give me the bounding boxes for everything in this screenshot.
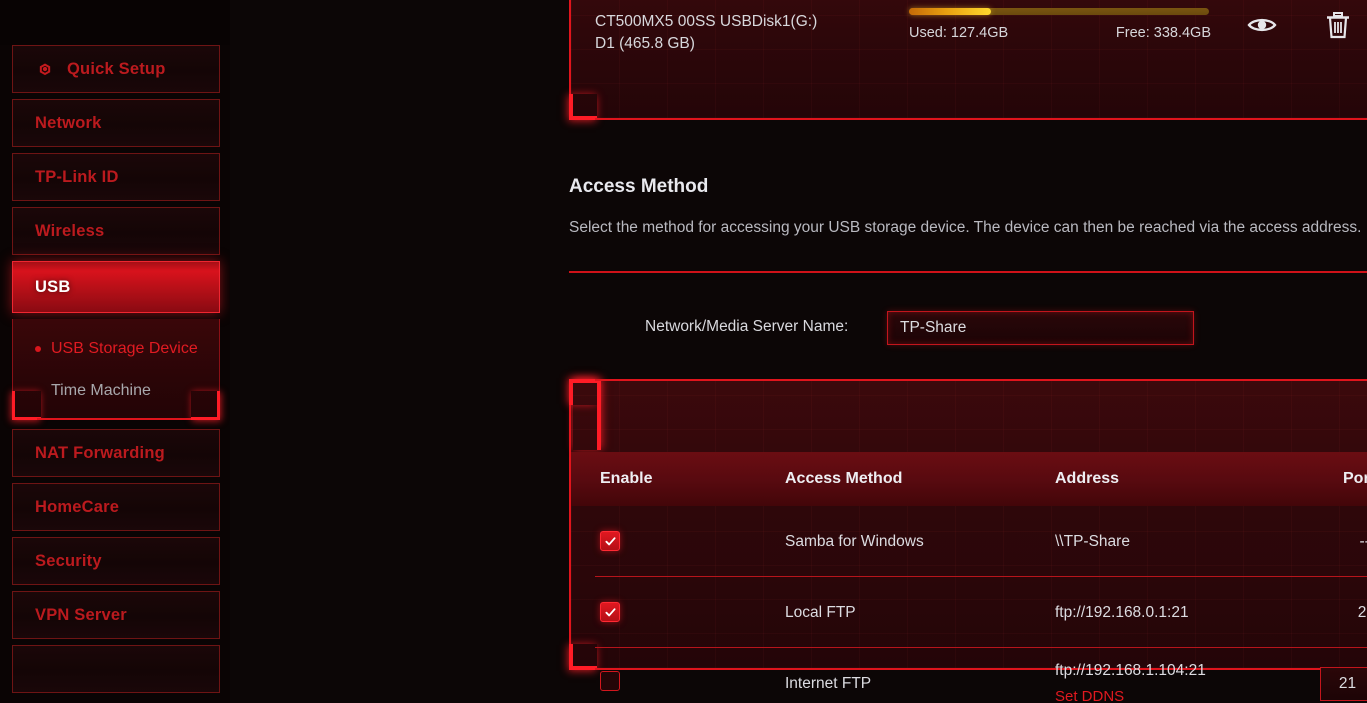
method-name: Local FTP [785,603,856,621]
set-ddns-link[interactable]: Set DDNS [1055,686,1124,703]
enable-cell [571,671,785,696]
column-header-port: Port [1343,470,1367,487]
usage-bar-track [909,8,1209,15]
sidebar-subitem-usb-storage-device[interactable]: USB Storage Device [13,335,219,363]
trash-icon[interactable] [1321,8,1355,42]
eye-icon-glyph [1247,18,1277,32]
port-value: 21 [1357,603,1367,621]
table-row: Samba for Windows \\TP-Share --- [571,506,1367,577]
sidebar-item-partial[interactable] [12,645,220,693]
bullet-icon [35,346,41,352]
gear-icon [39,63,51,76]
submenu-spacer [13,363,219,377]
used-label: Used: 127.4GB [909,25,1009,41]
sidebar-item-label: Quick Setup [67,59,166,78]
enable-cell [571,602,785,623]
access-method-table: Enable Access Method Address Port Samba … [569,379,1367,703]
usb-disk-card: CT500MX5 00SS USBDisk1(G:) D1 (465.8 GB)… [569,0,1367,120]
sidebar: Quick Setup Network TP-Link ID Wireless … [0,0,230,703]
sidebar-item-network[interactable]: Network [12,99,220,147]
server-name-input[interactable] [887,311,1194,345]
sidebar-item-label: TP-Link ID [35,167,119,186]
sidebar-item-label: NAT Forwarding [35,443,165,462]
enable-checkbox[interactable] [600,671,620,691]
sidebar-item-label: Wireless [35,221,105,240]
sidebar-item-quick-setup[interactable]: Quick Setup [12,45,220,93]
table-header-row: Enable Access Method Address Port [571,452,1367,506]
sidebar-item-usb[interactable]: USB [12,261,220,313]
section-divider [569,271,1367,273]
corner-bracket-top-left [569,379,597,405]
sidebar-top-spacer [0,0,230,45]
sidebar-item-homecare[interactable]: HomeCare [12,483,220,531]
server-name-label: Network/Media Server Name: [645,318,849,335]
disk-usage-meter: Used: 127.4GB Free: 338.4GB [909,8,1211,41]
address-value: ftp://192.168.1.104:21 [1055,661,1206,679]
access-method-description: Select the method for accessing your USB… [569,219,1362,236]
port-value: --- [1359,532,1367,550]
router-admin-page: Quick Setup Network TP-Link ID Wireless … [0,0,1367,703]
disk-name-label: CT500MX5 00SS USBDisk1(G:) D1 (465.8 GB) [595,13,818,52]
port-cell [1313,666,1367,701]
submenu-bottom-edge [37,418,195,420]
usage-bar-fill [909,8,992,15]
sidebar-subitem-label: USB Storage Device [51,340,198,357]
enable-checkbox[interactable] [600,531,620,552]
column-header-enable: Enable [600,470,653,487]
method-name: Internet FTP [785,674,872,692]
sidebar-submenu-usb: USB Storage Device Time Machine [12,319,220,420]
table-top-edge [595,379,1367,381]
table-row: Local FTP ftp://192.168.0.1:21 21 [571,577,1367,648]
check-icon [604,608,616,617]
check-icon [604,537,616,546]
free-label: Free: 338.4GB [1115,25,1211,41]
enable-checkbox[interactable] [600,602,620,623]
address-value: ftp://192.168.0.1:21 [1055,603,1189,621]
sidebar-item-label: VPN Server [35,605,127,624]
corner-bracket-top-right [573,379,601,450]
sidebar-item-label: Network [35,113,102,132]
table-row: Internet FTP ftp://192.168.1.104:21 Set … [571,648,1367,703]
port-input[interactable] [1320,666,1367,701]
sidebar-item-label: HomeCare [35,497,120,516]
address-cell: ftp://192.168.1.104:21 Set DDNS [1055,660,1313,703]
sidebar-item-nat-forwarding[interactable]: NAT Forwarding [12,429,220,477]
column-header-access-method: Access Method [785,470,903,487]
column-header-address: Address [1055,470,1120,487]
eye-icon[interactable] [1245,8,1279,42]
sidebar-subitem-label: Time Machine [51,382,151,399]
sidebar-item-wireless[interactable]: Wireless [12,207,220,255]
main-content: CT500MX5 00SS USBDisk1(G:) D1 (465.8 GB)… [230,0,1367,703]
sidebar-item-label: USB [35,277,71,296]
usage-labels: Used: 127.4GB Free: 338.4GB [909,25,1211,41]
trash-icon-glyph [1327,12,1349,39]
sidebar-item-tp-link-id[interactable]: TP-Link ID [12,153,220,201]
sidebar-item-security[interactable]: Security [12,537,220,585]
address-value: \\TP-Share [1055,532,1130,550]
sidebar-subitem-time-machine[interactable]: Time Machine [13,377,219,405]
sidebar-item-vpn-server[interactable]: VPN Server [12,591,220,639]
card-bottom-edge [595,118,1367,120]
corner-bracket-bottom-left [569,94,597,120]
sidebar-item-label: Security [35,551,102,570]
method-name: Samba for Windows [785,532,924,550]
enable-cell [571,531,785,552]
access-method-title: Access Method [569,176,709,197]
